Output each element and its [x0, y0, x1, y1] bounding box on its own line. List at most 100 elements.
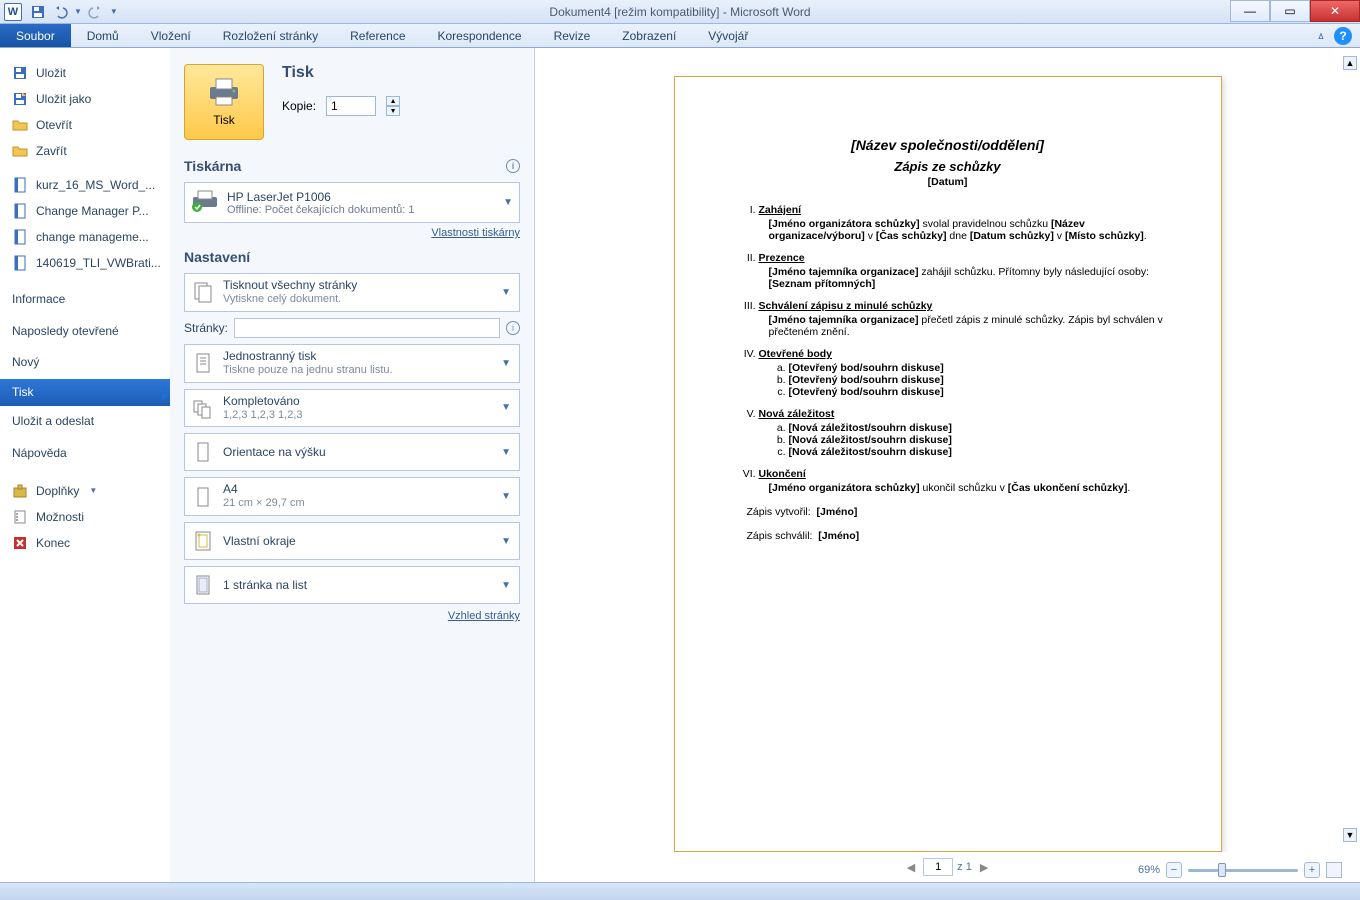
settings-heading: Nastavení	[184, 249, 250, 265]
sidebar-save-as[interactable]: Uložit jako	[0, 86, 170, 112]
page-setup-link[interactable]: Vzhled stránky	[184, 610, 520, 622]
orientation-dropdown[interactable]: Orientace na výšku ▼	[184, 433, 520, 471]
printer-heading: Tiskárna	[184, 158, 241, 174]
sidebar-save-label: Uložit	[36, 66, 66, 80]
sidebar-open[interactable]: Otevřít	[0, 112, 170, 138]
tab-file[interactable]: Soubor	[0, 24, 71, 47]
ribbon-tabs: Soubor Domů Vložení Rozložení stránky Re…	[0, 24, 1360, 48]
copies-up[interactable]: ▲	[386, 96, 400, 106]
tab-references[interactable]: Reference	[334, 25, 421, 47]
zoom-level: 69%	[1138, 864, 1160, 876]
print-button-label: Tisk	[213, 113, 235, 127]
sidebar-recent-3[interactable]: 140619_TLI_VWBrati...	[0, 250, 170, 276]
qat-customize-icon[interactable]: ▼	[110, 7, 118, 16]
preview-pager: ◀ z 1 ▶ 69% − +	[535, 852, 1360, 882]
sidebar-close[interactable]: Zavřít	[0, 138, 170, 164]
chevron-down-icon: ▼	[501, 491, 511, 502]
sidebar-share[interactable]: Uložit a odeslat	[0, 406, 170, 438]
tab-view[interactable]: Zobrazení	[606, 25, 692, 47]
printer-dropdown[interactable]: HP LaserJet P1006 Offline: Počet čekajíc…	[184, 182, 520, 223]
tab-review[interactable]: Revize	[538, 25, 607, 47]
zoom-fit-button[interactable]	[1326, 862, 1342, 878]
prev-page-button[interactable]: ◀	[903, 861, 919, 874]
tab-insert[interactable]: Vložení	[135, 25, 207, 47]
sides-dropdown[interactable]: Jednostranný tiskTiskne pouze na jednu s…	[184, 344, 520, 383]
sidebar-recent-0[interactable]: kurz_16_MS_Word_...	[0, 172, 170, 198]
sidebar-exit[interactable]: Konec	[0, 530, 170, 556]
copies-down[interactable]: ▼	[386, 106, 400, 116]
chevron-down-icon: ▼	[501, 402, 511, 413]
chevron-down-icon: ▼	[501, 358, 511, 369]
sidebar-recent-0-label: kurz_16_MS_Word_...	[36, 178, 155, 192]
sidebar-recent-1[interactable]: Change Manager P...	[0, 198, 170, 224]
portrait-icon	[189, 438, 217, 466]
chevron-down-icon: ▼	[503, 197, 513, 208]
printer-properties-link[interactable]: Vlastnosti tiskárny	[184, 227, 520, 239]
sidebar-recent-3-label: 140619_TLI_VWBrati...	[36, 256, 161, 270]
per-sheet-icon	[189, 571, 217, 599]
minimize-button[interactable]: —	[1230, 0, 1270, 22]
collate-icon	[189, 394, 217, 422]
doc-subtitle: Zápis ze schůzky	[723, 159, 1173, 174]
word-app-icon: W	[4, 3, 22, 21]
qat-save-icon[interactable]	[30, 4, 46, 20]
sidebar-addins[interactable]: Doplňky▼	[0, 478, 170, 504]
a4-icon	[189, 483, 217, 511]
sidebar-save-as-label: Uložit jako	[36, 92, 91, 106]
sidebar-recent[interactable]: Naposledy otevřené	[0, 316, 170, 348]
page-of: z 1	[957, 861, 972, 873]
sidebar-print[interactable]: Tisk	[0, 379, 170, 407]
sidebar-recent-2[interactable]: change manageme...	[0, 224, 170, 250]
window-title: Dokument4 [režim kompatibility] - Micros…	[549, 5, 810, 19]
print-range-dropdown[interactable]: Tisknout všechny stránkyVytiskne celý do…	[184, 273, 520, 312]
sidebar-open-label: Otevřít	[36, 118, 72, 132]
chevron-down-icon: ▼	[501, 447, 511, 458]
pages-input[interactable]	[234, 318, 500, 338]
one-sided-icon	[189, 349, 217, 377]
info-icon[interactable]: i	[506, 159, 520, 173]
qat-redo-icon[interactable]	[88, 4, 104, 20]
tab-home[interactable]: Domů	[71, 25, 135, 47]
qat-undo-drop-icon[interactable]: ▼	[74, 7, 82, 16]
ribbon-minimize-icon[interactable]: ㅿ	[1316, 28, 1326, 44]
help-icon[interactable]: ?	[1334, 27, 1352, 45]
info-icon[interactable]: i	[506, 321, 520, 335]
copies-label: Kopie:	[282, 99, 316, 113]
next-page-button[interactable]: ▶	[976, 861, 992, 874]
print-button[interactable]: Tisk	[184, 64, 264, 140]
sidebar-options[interactable]: Možnosti	[0, 504, 170, 530]
qat-undo-icon[interactable]	[52, 4, 68, 20]
collate-dropdown[interactable]: Kompletováno1,2,3 1,2,3 1,2,3 ▼	[184, 389, 520, 428]
sidebar-recent-1-label: Change Manager P...	[36, 204, 149, 218]
tab-page-layout[interactable]: Rozložení stránky	[207, 25, 334, 47]
printer-icon	[206, 77, 242, 107]
tab-developer[interactable]: Vývojář	[692, 25, 764, 47]
sidebar-recent-2-label: change manageme...	[36, 230, 149, 244]
zoom-out-button[interactable]: −	[1166, 862, 1182, 878]
margins-dropdown[interactable]: Vlastní okraje ▼	[184, 522, 520, 560]
sidebar-info[interactable]: Informace	[0, 284, 170, 316]
paper-size-dropdown[interactable]: A421 cm × 29,7 cm ▼	[184, 477, 520, 516]
sidebar-save[interactable]: Uložit	[0, 60, 170, 86]
scroll-up-button[interactable]: ▲	[1343, 56, 1357, 70]
scroll-down-button[interactable]: ▼	[1343, 828, 1357, 842]
printer-status: Offline: Počet čekajících dokumentů: 1	[227, 204, 503, 216]
maximize-button[interactable]: ▭	[1270, 0, 1310, 22]
pages-per-sheet-dropdown[interactable]: 1 stránka na list ▼	[184, 566, 520, 604]
sidebar-close-label: Zavřít	[36, 144, 67, 158]
current-page-input[interactable]	[923, 858, 953, 876]
sidebar-options-label: Možnosti	[36, 510, 84, 524]
printer-device-icon	[191, 189, 227, 216]
doc-company-title: [Název společnosti/oddělení]	[723, 137, 1173, 153]
chevron-down-icon: ▼	[89, 486, 97, 495]
pages-icon	[189, 278, 217, 306]
copies-input[interactable]	[326, 96, 376, 116]
title-bar: W ▼ ▼ Dokument4 [režim kompatibility] - …	[0, 0, 1360, 24]
zoom-slider[interactable]	[1188, 869, 1298, 872]
tab-mailings[interactable]: Korespondence	[422, 25, 538, 47]
sidebar-new[interactable]: Nový	[0, 347, 170, 379]
sidebar-help[interactable]: Nápověda	[0, 438, 170, 470]
zoom-in-button[interactable]: +	[1304, 862, 1320, 878]
close-button[interactable]: ✕	[1310, 0, 1360, 22]
doc-date: [Datum]	[723, 176, 1173, 188]
